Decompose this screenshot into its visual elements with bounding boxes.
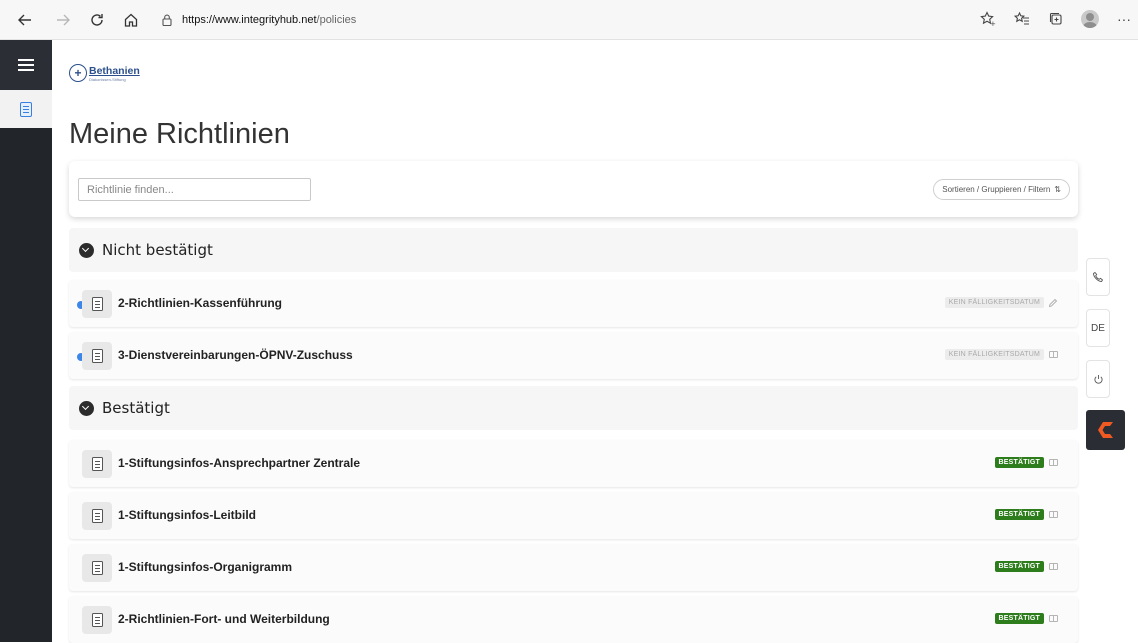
policy-title: 3-Dienstvereinbarungen-ÖPNV-Zuschuss [118, 348, 353, 362]
home-icon[interactable] [120, 9, 142, 31]
section-header-confirmed[interactable]: Bestätigt [69, 386, 1078, 430]
app-sidebar [0, 40, 52, 642]
document-icon [20, 101, 32, 117]
list-item[interactable]: 2-Richtlinien-Fort- und Weiterbildung BE… [69, 596, 1078, 643]
list-item[interactable]: 1-Stiftungsinfos-Organigramm BESTÄTIGT [69, 544, 1078, 591]
policy-title: 1-Stiftungsinfos-Leitbild [118, 508, 256, 522]
browser-toolbar: https://www.integrityhub.net/policies + … [0, 0, 1138, 40]
section-title: Nicht bestätigt [102, 241, 213, 259]
policy-title: 1-Stiftungsinfos-Ansprechpartner Zentral… [118, 456, 361, 470]
profile-avatar[interactable] [1080, 9, 1100, 29]
document-icon [82, 290, 112, 318]
back-icon[interactable] [14, 9, 36, 31]
menu-toggle-button[interactable] [0, 40, 52, 90]
book-icon[interactable] [1048, 615, 1058, 623]
section-header-unconfirmed[interactable]: Nicht bestätigt [69, 228, 1078, 272]
book-icon[interactable] [1048, 459, 1058, 467]
cross-icon: + [69, 64, 87, 82]
chevron-down-icon [79, 242, 94, 258]
hamburger-icon [18, 56, 34, 74]
filter-label: Sortieren / Gruppieren / Filtern [942, 185, 1051, 194]
collections-icon[interactable] [1046, 9, 1066, 29]
policy-title: 2-Richtlinien-Fort- und Weiterbildung [118, 612, 330, 626]
url-path: /policies [316, 14, 357, 26]
document-icon [82, 502, 112, 530]
policy-title: 2-Richtlinien-Kassenführung [118, 296, 283, 310]
pencil-icon[interactable] [1048, 298, 1058, 307]
phone-button[interactable] [1086, 258, 1110, 296]
filter-icon: ⇅ [1054, 185, 1061, 194]
status-badge: BESTÄTIGT [994, 457, 1044, 468]
sidebar-item-policies[interactable] [0, 90, 52, 128]
page-title: Meine Richtlinien [69, 118, 290, 150]
list-item[interactable]: 1-Stiftungsinfos-Ansprechpartner Zentral… [69, 440, 1078, 487]
document-icon [82, 450, 112, 478]
logout-button[interactable] [1086, 360, 1110, 398]
search-card: Sortieren / Gruppieren / Filtern ⇅ [69, 161, 1078, 217]
brand-logo-button[interactable] [1086, 410, 1125, 450]
status-badge: KEIN FÄLLIGKEITSDATUM [944, 349, 1044, 360]
book-icon[interactable] [1048, 563, 1058, 571]
power-icon [1093, 374, 1103, 384]
policy-title: 1-Stiftungsinfos-Organigramm [118, 560, 293, 574]
logo-subtitle: Diakonissen-Stiftung [89, 76, 126, 82]
list-item[interactable]: 1-Stiftungsinfos-Leitbild BESTÄTIGT [69, 492, 1078, 539]
address-bar[interactable]: https://www.integrityhub.net/policies [160, 9, 356, 31]
add-favorite-icon[interactable]: + [978, 9, 998, 29]
favorites-icon[interactable] [1012, 9, 1032, 29]
status-badge: BESTÄTIGT [994, 561, 1044, 572]
url-host: https://www.integrityhub.net [182, 14, 317, 26]
more-menu-icon[interactable]: ··· [1114, 9, 1134, 29]
document-icon [82, 554, 112, 582]
list-item[interactable]: 3-Dienstvereinbarungen-ÖPNV-Zuschuss KEI… [69, 332, 1078, 379]
phone-icon [1093, 271, 1104, 282]
status-badge: BESTÄTIGT [994, 509, 1044, 520]
document-icon [82, 342, 112, 370]
list-item[interactable]: 2-Richtlinien-Kassenführung KEIN FÄLLIGK… [69, 280, 1078, 327]
organization-logo: + Bethanien Diakonissen-Stiftung [69, 55, 143, 91]
reload-icon[interactable] [86, 9, 108, 31]
book-icon[interactable] [1048, 511, 1058, 519]
lock-icon [162, 14, 172, 27]
chevron-down-icon [79, 400, 94, 416]
svg-text:+: + [990, 20, 996, 27]
status-badge: BESTÄTIGT [994, 613, 1044, 624]
search-input[interactable] [78, 178, 311, 201]
document-icon [82, 606, 112, 634]
language-button[interactable]: DE [1086, 309, 1110, 347]
book-icon[interactable] [1048, 351, 1058, 359]
sort-group-filter-button[interactable]: Sortieren / Gruppieren / Filtern ⇅ [933, 179, 1070, 200]
logo-name: Bethanien [89, 64, 140, 77]
section-title: Bestätigt [102, 399, 170, 417]
status-badge: KEIN FÄLLIGKEITSDATUM [944, 297, 1044, 308]
language-label: DE [1091, 322, 1105, 334]
forward-icon[interactable] [52, 9, 74, 31]
brand-logo-icon [1097, 422, 1113, 438]
